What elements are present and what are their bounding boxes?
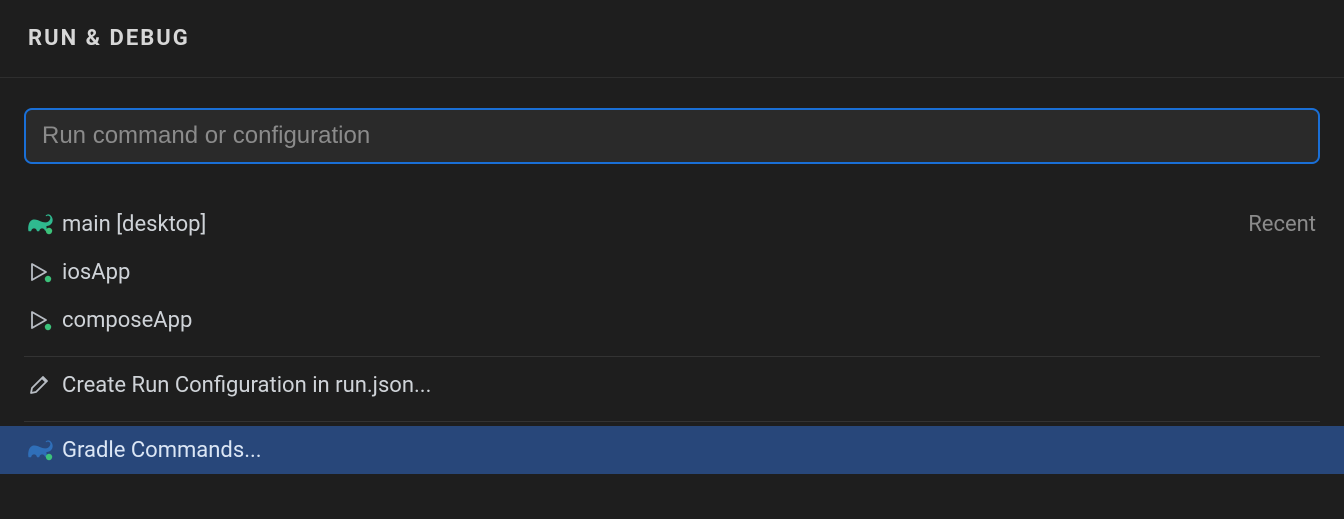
run-config-item-composeapp[interactable]: composeApp bbox=[24, 296, 1320, 344]
run-config-label: composeApp bbox=[62, 308, 192, 333]
create-run-config-label: Create Run Configuration in run.json... bbox=[62, 373, 431, 398]
play-icon bbox=[28, 309, 62, 331]
run-config-item-iosapp[interactable]: iosApp bbox=[24, 248, 1320, 296]
pencil-icon bbox=[28, 373, 62, 397]
gradle-icon bbox=[28, 213, 62, 235]
create-run-config-item[interactable]: Create Run Configuration in run.json... bbox=[24, 361, 1320, 409]
gradle-commands-label: Gradle Commands... bbox=[62, 438, 262, 463]
panel-title: RUN & DEBUG bbox=[0, 0, 1344, 78]
play-icon bbox=[28, 261, 62, 283]
run-config-label: iosApp bbox=[62, 260, 130, 285]
gradle-commands-item[interactable]: Gradle Commands... bbox=[0, 426, 1344, 474]
divider bbox=[24, 421, 1320, 422]
run-command-input[interactable] bbox=[24, 108, 1320, 164]
run-config-list: main [desktop] Recent iosApp compos bbox=[24, 200, 1320, 474]
run-config-label: main [desktop] bbox=[62, 212, 206, 237]
run-config-item-main-desktop[interactable]: main [desktop] Recent bbox=[24, 200, 1320, 248]
search-wrapper bbox=[24, 108, 1320, 164]
recent-label: Recent bbox=[1248, 212, 1316, 237]
divider bbox=[24, 356, 1320, 357]
gradle-icon bbox=[28, 439, 62, 461]
